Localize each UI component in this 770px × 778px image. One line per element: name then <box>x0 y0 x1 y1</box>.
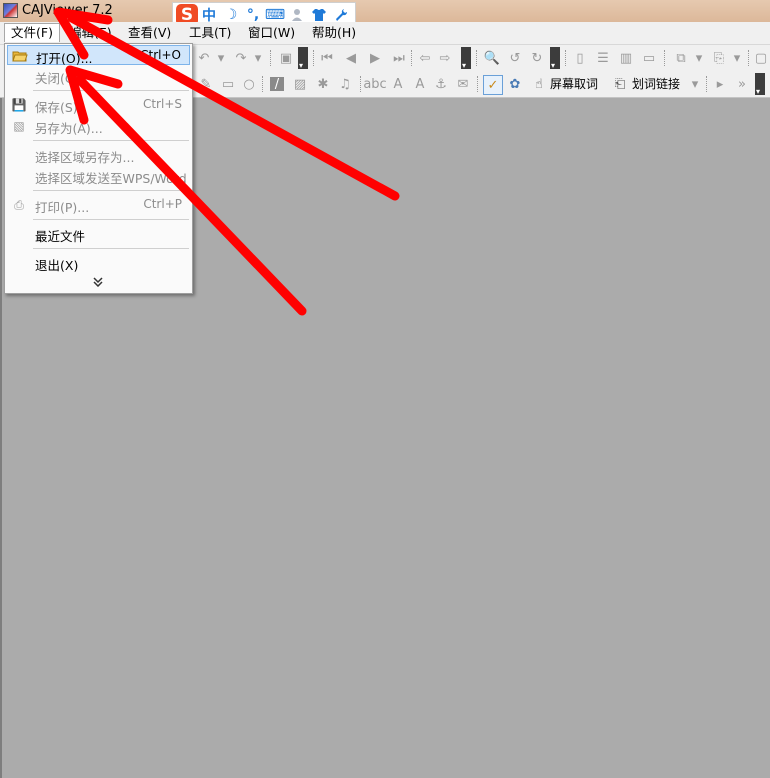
annotation-arrows <box>53 7 400 316</box>
arrow-to-open-item <box>65 65 307 316</box>
